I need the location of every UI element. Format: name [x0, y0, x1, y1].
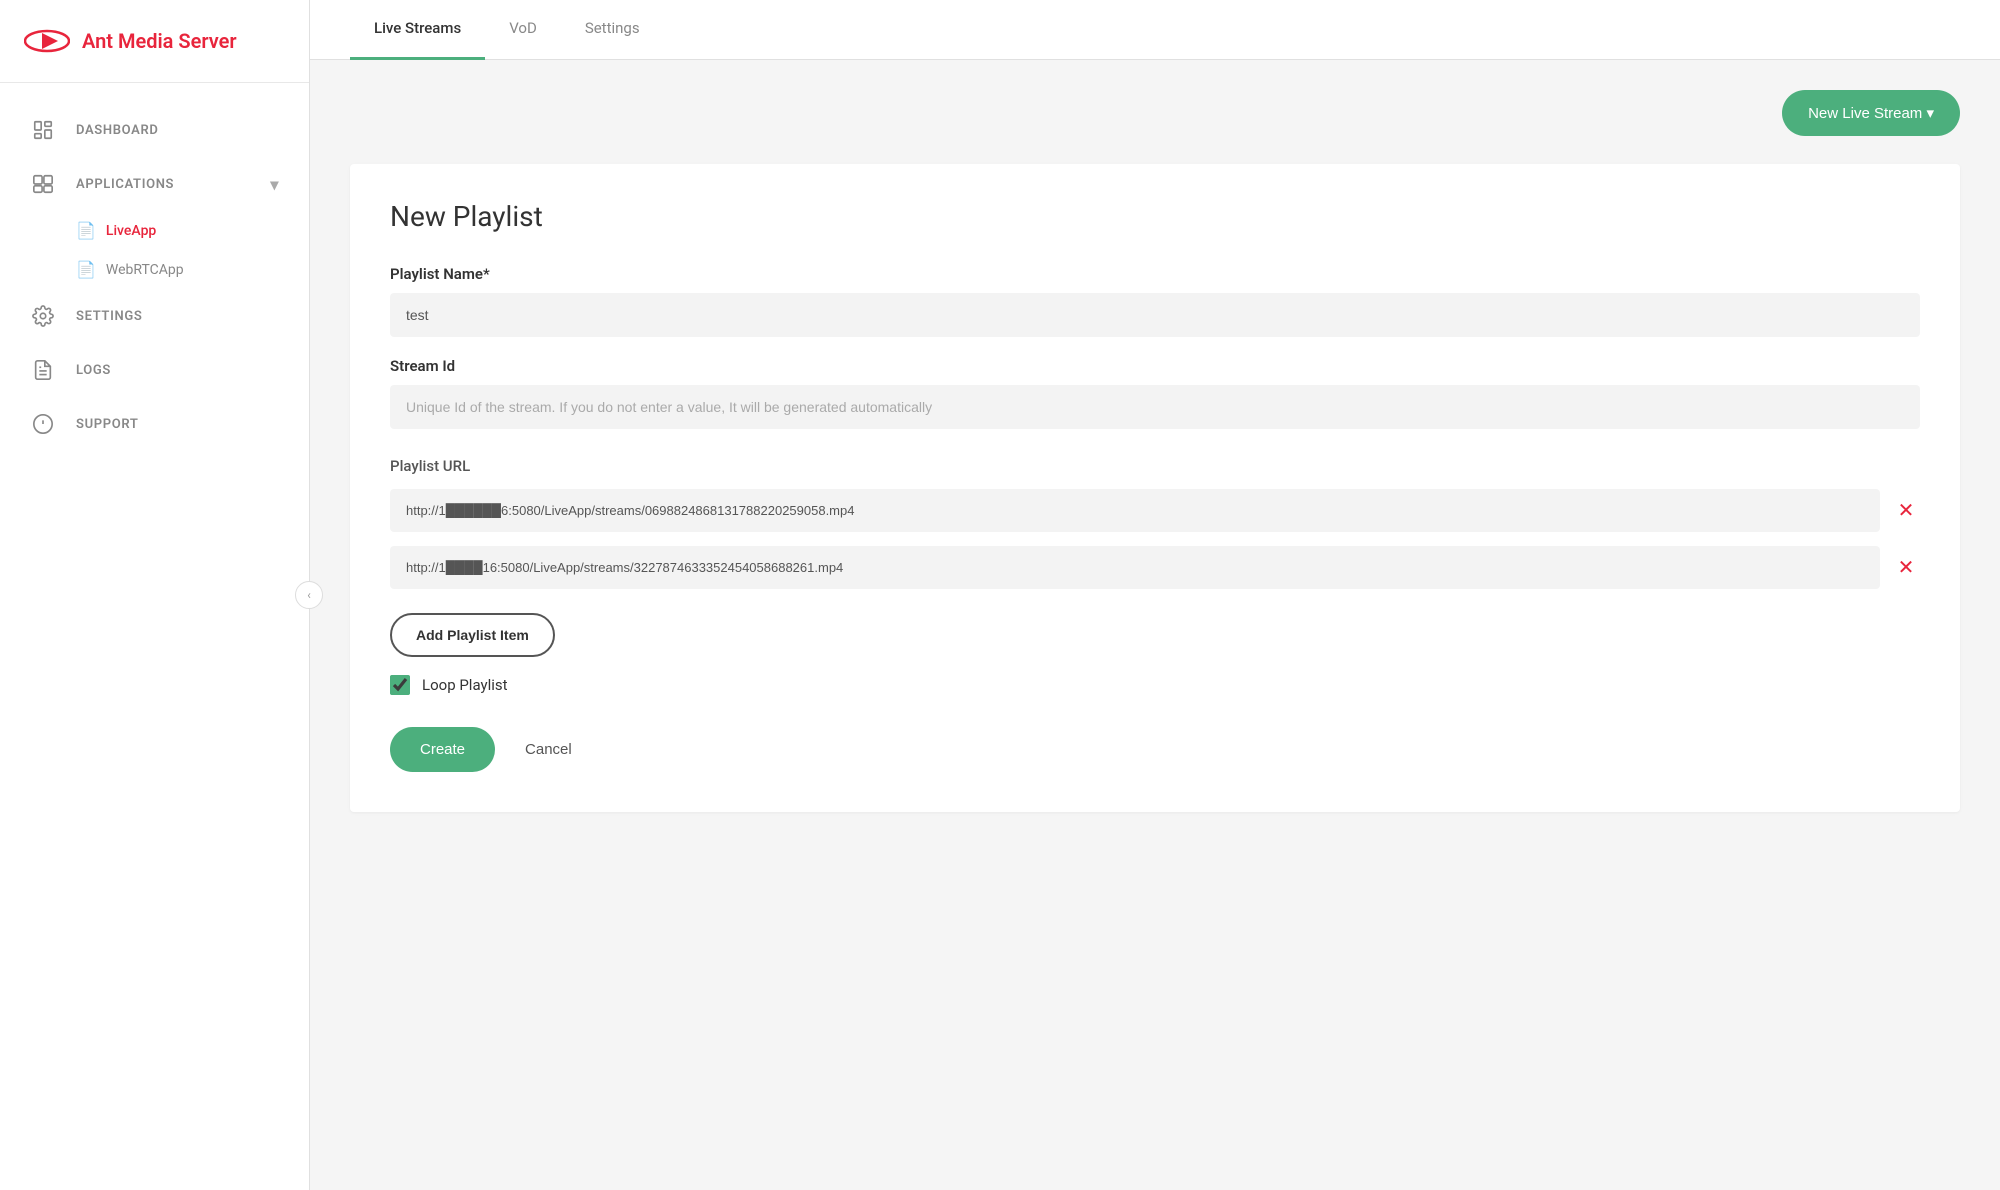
stream-id-input[interactable]	[390, 385, 1920, 429]
playlist-url-section: Playlist URL ✕ ✕	[390, 457, 1920, 589]
playlist-name-input[interactable]	[390, 293, 1920, 337]
sidebar-nav: DASHBOARD APPLICATIONS ▾ 📄 LiveApp 📄 W	[0, 83, 309, 1190]
settings-label: SETTINGS	[76, 309, 142, 324]
sidebar-logo: Ant Media Server	[0, 0, 309, 83]
form-actions: Create Cancel	[390, 727, 1920, 772]
stream-id-group: Stream Id	[390, 357, 1920, 429]
liveapp-label: LiveApp	[106, 223, 156, 239]
url-remove-button-1[interactable]: ✕	[1892, 497, 1920, 525]
tab-live-streams[interactable]: Live Streams	[350, 0, 485, 60]
sidebar-item-settings[interactable]: SETTINGS	[0, 289, 309, 343]
applications-label: APPLICATIONS	[76, 177, 174, 192]
loop-playlist-checkbox[interactable]	[390, 675, 410, 695]
playlist-name-group: Playlist Name*	[390, 265, 1920, 337]
support-label: SUPPORT	[76, 417, 139, 432]
sidebar-item-applications[interactable]: APPLICATIONS ▾	[0, 157, 309, 211]
dashboard-label: DASHBOARD	[76, 123, 159, 138]
tab-vod[interactable]: VoD	[485, 0, 561, 60]
url-input-1[interactable]	[390, 489, 1880, 532]
content-area: New Live Stream ▾ New Playlist Playlist …	[310, 60, 2000, 1190]
sidebar: Ant Media Server DASHBOARD	[0, 0, 310, 1190]
loop-row: Loop Playlist	[390, 675, 1920, 695]
settings-icon	[30, 303, 56, 329]
sidebar-item-liveapp[interactable]: 📄 LiveApp	[0, 211, 309, 250]
logo-icon	[24, 18, 70, 64]
form-title: New Playlist	[390, 200, 1920, 233]
loop-playlist-label: Loop Playlist	[422, 676, 508, 694]
top-actions: New Live Stream ▾	[350, 90, 1960, 136]
webrtcapp-label: WebRTCApp	[106, 262, 184, 278]
playlist-url-label: Playlist URL	[390, 457, 1920, 475]
logs-label: LOGS	[76, 363, 111, 378]
applications-icon	[30, 171, 56, 197]
liveapp-icon: 📄	[76, 221, 96, 240]
sidebar-collapse-button[interactable]: ‹	[295, 581, 323, 609]
sidebar-item-logs[interactable]: LOGS	[0, 343, 309, 397]
add-playlist-item-button[interactable]: Add Playlist Item	[390, 613, 555, 657]
url-row-1: ✕	[390, 489, 1920, 532]
dashboard-icon	[30, 117, 56, 143]
support-icon	[30, 411, 56, 437]
url-input-2[interactable]	[390, 546, 1880, 589]
url-row-2: ✕	[390, 546, 1920, 589]
form-card: New Playlist Playlist Name* Stream Id Pl…	[350, 164, 1960, 812]
sidebar-item-support[interactable]: SUPPORT	[0, 397, 309, 451]
new-live-stream-button[interactable]: New Live Stream ▾	[1782, 90, 1960, 136]
applications-arrow: ▾	[270, 175, 279, 194]
cancel-button[interactable]: Cancel	[515, 727, 582, 772]
tab-settings[interactable]: Settings	[561, 0, 664, 60]
main-content: Live Streams VoD Settings New Live Strea…	[310, 0, 2000, 1190]
create-button[interactable]: Create	[390, 727, 495, 772]
sidebar-item-webrtcapp[interactable]: 📄 WebRTCApp	[0, 250, 309, 289]
webrtcapp-icon: 📄	[76, 260, 96, 279]
playlist-name-label: Playlist Name*	[390, 265, 1920, 283]
sidebar-item-dashboard[interactable]: DASHBOARD	[0, 103, 309, 157]
url-remove-button-2[interactable]: ✕	[1892, 554, 1920, 582]
app-name: Ant Media Server	[82, 29, 237, 53]
stream-id-label: Stream Id	[390, 357, 1920, 375]
logs-icon	[30, 357, 56, 383]
top-nav: Live Streams VoD Settings	[310, 0, 2000, 60]
